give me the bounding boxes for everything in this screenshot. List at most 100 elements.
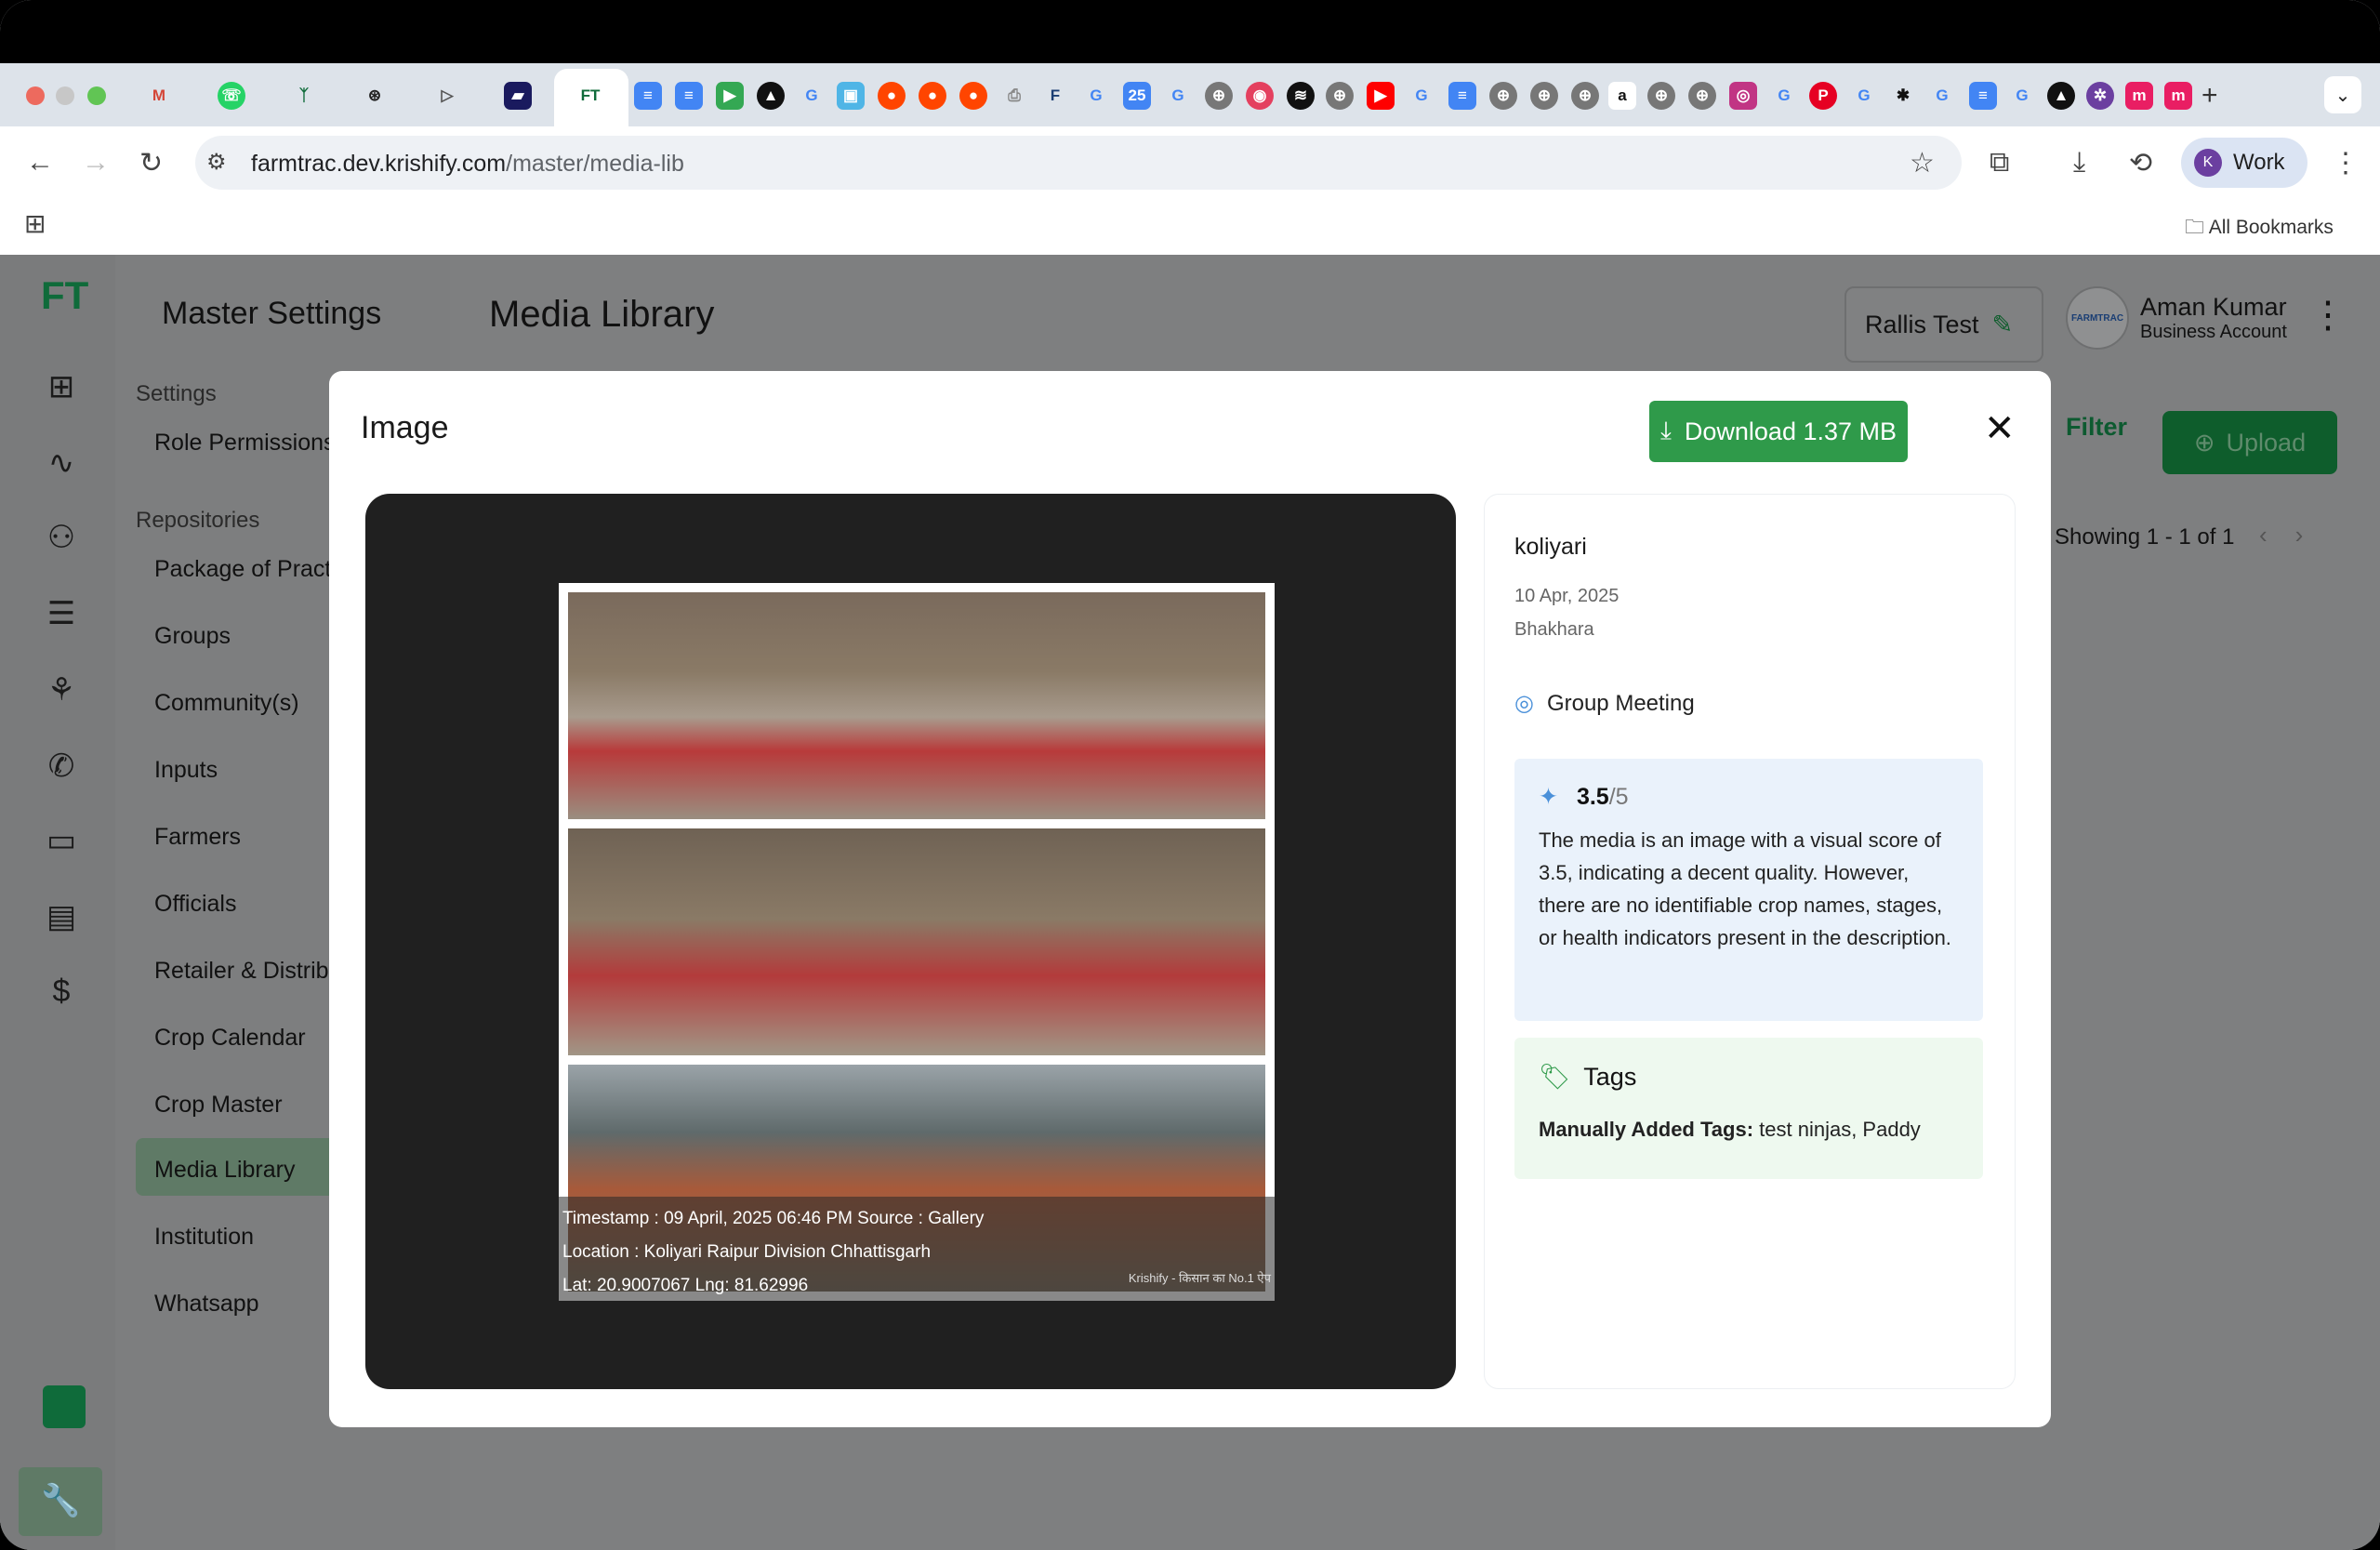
google-tab-icon[interactable]: G [2008, 82, 2036, 110]
phone-icon[interactable]: ✆ [43, 748, 80, 785]
globe-tab-icon[interactable]: ⊕ [1326, 82, 1354, 110]
reddit-tab-icon[interactable]: ● [959, 82, 987, 110]
settings-tool-button[interactable]: 🔧 [19, 1467, 102, 1536]
user-role: Business Account [2140, 322, 2287, 342]
app-tab-icon[interactable]: ▲ [757, 82, 785, 110]
spotify-tab-icon[interactable]: ≋ [1287, 82, 1315, 110]
app-tab-icon[interactable]: ◉ [1246, 82, 1274, 110]
calendar-tab-icon[interactable]: 25 [1123, 82, 1151, 110]
user-menu[interactable]: FARMTRAC Aman Kumar Business Account [2066, 286, 2287, 350]
print-tab-icon[interactable]: ⎙ [1000, 82, 1028, 110]
app-tab-icon[interactable]: ▰ [504, 82, 532, 110]
nav-institution[interactable]: Institution [154, 1224, 254, 1251]
pagination-arrows[interactable]: ‹› [2259, 521, 2331, 550]
overlay-timestamp: Timestamp : 09 April, 2025 06:46 PM Sour… [562, 1209, 985, 1228]
globe-tab-icon[interactable]: ⊕ [1571, 82, 1599, 110]
amazon-tab-icon[interactable]: a [1608, 82, 1636, 110]
app-tab-icon[interactable]: m [2125, 82, 2153, 110]
whatsapp-tab-icon[interactable]: ☏ [218, 82, 245, 110]
ft-tab-icon[interactable]: FT [576, 82, 604, 110]
youtube-tab-icon[interactable]: ▶ [1367, 82, 1395, 110]
sync-icon[interactable]: ⟲ [2129, 147, 2152, 179]
dashboard-icon[interactable]: ⊞ [43, 368, 80, 405]
filter-button[interactable]: Filter [2066, 413, 2127, 442]
download-button[interactable]: ⤓ Download 1.37 MB [1649, 401, 1908, 462]
globe-tab-icon[interactable]: ⊕ [1647, 82, 1675, 110]
google-tab-icon[interactable]: G [1082, 82, 1110, 110]
app-logo[interactable]: FT [41, 273, 88, 318]
google-tab-icon[interactable]: G [1164, 82, 1192, 110]
all-bookmarks-button[interactable]: 🗀 All Bookmarks [2185, 214, 2334, 246]
app-tab-icon[interactable]: F [1041, 82, 1069, 110]
zoom-window-button[interactable] [87, 86, 106, 105]
nav-communities[interactable]: Community(s) [154, 690, 299, 717]
pagination-summary: Showing 1 - 1 of 1 [2055, 524, 2235, 550]
forms-tab-icon[interactable]: ≡ [1969, 82, 1997, 110]
reddit-tab-icon[interactable]: ● [878, 82, 906, 110]
profile-button[interactable]: K Work [2181, 138, 2307, 188]
gmail-tab-icon[interactable]: M [145, 82, 173, 110]
app-tab-icon[interactable]: ✲ [2086, 82, 2114, 110]
downloads-icon[interactable]: ⤓ [2073, 147, 2085, 179]
nav-farmers[interactable]: Farmers [154, 824, 241, 851]
checklist-icon[interactable]: ☰ [43, 595, 80, 632]
monitor-icon[interactable]: ▭ [43, 822, 80, 859]
billing-icon[interactable]: $ [43, 973, 80, 1010]
leaf-icon[interactable] [43, 1385, 86, 1428]
reload-icon[interactable]: ↻ [139, 147, 163, 179]
more-options-icon[interactable]: ⋮ [2309, 294, 2347, 337]
globe-tab-icon[interactable]: ⊕ [1205, 82, 1233, 110]
media-photo[interactable]: Timestamp : 09 April, 2025 06:46 PM Sour… [559, 583, 1275, 1301]
crop-icon[interactable]: ⚘ [43, 671, 80, 709]
app-tab-icon[interactable]: m [2164, 82, 2192, 110]
browser-menu-icon[interactable]: ⋮ [2332, 147, 2360, 179]
users-icon[interactable]: ⚇ [43, 519, 80, 556]
meet-tab-icon[interactable]: ▶ [716, 82, 744, 110]
play-tab-icon[interactable]: ▷ [433, 82, 461, 110]
close-window-button[interactable] [26, 86, 45, 105]
google-tab-icon[interactable]: G [1770, 82, 1798, 110]
nav-whatsapp[interactable]: Whatsapp [154, 1291, 259, 1318]
nav-inputs[interactable]: Inputs [154, 757, 218, 784]
forms-tab-icon[interactable]: ≡ [1448, 82, 1476, 110]
google-tab-icon[interactable]: G [798, 82, 826, 110]
nav-crop-calendar[interactable]: Crop Calendar [154, 1025, 306, 1052]
nav-officials[interactable]: Officials [154, 891, 236, 918]
apps-grid-icon[interactable]: ⊞ [24, 208, 46, 239]
activity-icon[interactable]: ∿ [43, 444, 80, 482]
docs-tab-icon[interactable]: ≡ [675, 82, 703, 110]
bookmark-star-icon[interactable]: ☆ [1910, 147, 1935, 179]
pinterest-tab-icon[interactable]: P [1809, 82, 1837, 110]
docs-tab-icon[interactable]: ≡ [634, 82, 662, 110]
url-text[interactable]: farmtrac.dev.krishify.com/master/media-l… [251, 151, 684, 178]
nav-crop-master[interactable]: Crop Master [154, 1092, 283, 1119]
google-tab-icon[interactable]: G [1850, 82, 1878, 110]
extensions-icon[interactable]: ⧉ [1990, 147, 2009, 179]
app-tab-icon[interactable]: ✱ [1889, 82, 1917, 110]
new-tab-button[interactable]: + [2202, 80, 2218, 112]
globe-tab-icon[interactable]: ⊕ [1530, 82, 1558, 110]
nav-media-library[interactable]: Media Library [154, 1157, 295, 1184]
google-tab-icon[interactable]: G [1928, 82, 1956, 110]
close-icon[interactable]: ✕ [1984, 410, 2016, 447]
app-tab-icon[interactable]: ▣ [837, 82, 865, 110]
google-tab-icon[interactable]: G [1408, 82, 1435, 110]
reddit-tab-icon[interactable]: ● [919, 82, 946, 110]
chatgpt-tab-icon[interactable]: ⊛ [361, 82, 389, 110]
nav-groups[interactable]: Groups [154, 623, 231, 650]
minimize-window-button[interactable] [56, 86, 74, 105]
site-settings-icon[interactable]: ⚙ [206, 149, 227, 176]
back-arrow-icon[interactable]: ← [26, 147, 54, 179]
globe-tab-icon[interactable]: ⊕ [1688, 82, 1716, 110]
app-tab-icon[interactable]: ▲ [2047, 82, 2075, 110]
krishify-tab-icon[interactable]: ᛉ [290, 82, 318, 110]
tab-search-chevron-icon[interactable]: ⌄ [2324, 76, 2361, 113]
page-title: Media Library [489, 294, 715, 335]
forward-arrow-icon[interactable]: → [82, 147, 110, 179]
clipboard-icon[interactable]: ▤ [43, 898, 80, 935]
instagram-tab-icon[interactable]: ◎ [1729, 82, 1757, 110]
workspace-button[interactable]: Rallis Test ✎ [1844, 286, 2043, 363]
globe-tab-icon[interactable]: ⊕ [1489, 82, 1517, 110]
upload-button[interactable]: ⊕ Upload [2162, 411, 2337, 474]
nav-role-permissions[interactable]: Role Permissions [154, 430, 336, 457]
